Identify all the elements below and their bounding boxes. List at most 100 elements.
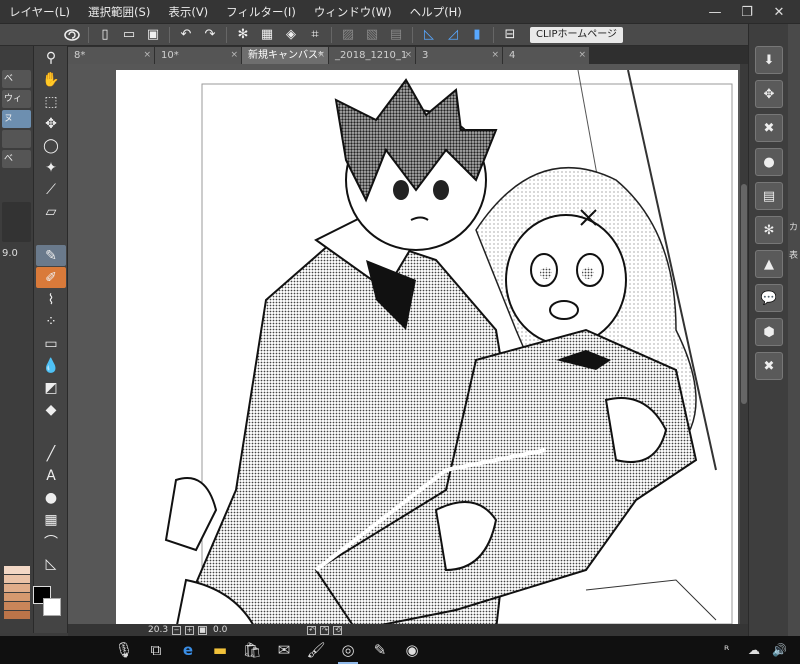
color-swatch[interactable] xyxy=(4,575,30,583)
clip-logo-icon[interactable] xyxy=(62,26,82,44)
undo-icon[interactable]: ↶ xyxy=(176,26,196,44)
tab-document[interactable]: 4 × xyxy=(503,47,589,64)
move-layer-icon[interactable]: ✥ xyxy=(36,113,66,134)
onedrive-icon[interactable]: ☁ xyxy=(748,636,760,664)
save-icon[interactable]: ▣ xyxy=(143,26,163,44)
clear-icon[interactable]: ✻ xyxy=(233,26,253,44)
redo-icon[interactable]: ↷ xyxy=(200,26,220,44)
text-icon[interactable]: A xyxy=(36,465,66,486)
airbrush-icon[interactable]: ⁘ xyxy=(36,311,66,332)
maximize-button[interactable]: ❐ xyxy=(732,0,762,24)
snap-special-ruler-icon[interactable]: ◿ xyxy=(443,26,463,44)
tab-document[interactable]: _2018_1210_1 × xyxy=(329,47,415,64)
sub-color-swatch[interactable] xyxy=(43,598,61,616)
new-file-icon[interactable]: ▯ xyxy=(95,26,115,44)
color-swatch[interactable] xyxy=(4,566,30,574)
tab-close-icon[interactable]: × xyxy=(230,47,238,64)
sub-view-icon[interactable]: ✥ xyxy=(755,80,783,108)
tab-close-icon[interactable]: × xyxy=(491,47,499,64)
color-swatch[interactable] xyxy=(4,602,30,610)
correct-line-icon[interactable]: ⌒ xyxy=(36,531,66,552)
tab-document[interactable]: 8* × xyxy=(68,47,154,64)
menu-layer[interactable]: レイヤー(L) xyxy=(0,0,79,24)
ruler-icon[interactable]: ◺ xyxy=(36,553,66,574)
layout-menu-icon[interactable]: ⊟ xyxy=(500,26,520,44)
fill-selection-icon[interactable]: ▦ xyxy=(257,26,277,44)
deselect-icon[interactable]: ▨ xyxy=(338,26,358,44)
3d-material-icon[interactable]: ⬢ xyxy=(755,318,783,346)
panel-tab-label[interactable]: カ xyxy=(788,214,800,242)
minimize-button[interactable]: — xyxy=(700,0,730,24)
tab-document[interactable]: 10* × xyxy=(155,47,241,64)
clip-studio-icon[interactable]: ◉ xyxy=(396,636,428,664)
invert-selection-icon[interactable]: ▤ xyxy=(386,26,406,44)
eyedropper-icon[interactable]: ⟋ xyxy=(36,179,66,200)
auto-select-icon[interactable]: ✦ xyxy=(36,157,66,178)
pencil-icon[interactable]: ✐ xyxy=(36,267,66,288)
operation-icon[interactable]: ⬚ xyxy=(36,91,66,112)
gradient-icon[interactable]: ◩ xyxy=(36,377,66,398)
reset-rotation-icon[interactable]: ⟲ xyxy=(333,625,343,635)
sub-tool-item-selected[interactable]: ヌ xyxy=(2,110,31,128)
tab-document-active[interactable]: 新規キャンバス* × xyxy=(242,47,328,64)
eraser-icon[interactable]: ▭ xyxy=(36,333,66,354)
open-folder-icon[interactable]: ▭ xyxy=(119,26,139,44)
sub-tool-item[interactable]: べ xyxy=(2,70,31,88)
volume-icon[interactable]: 🔊 xyxy=(772,636,787,664)
select-all-icon[interactable]: ▧ xyxy=(362,26,382,44)
menu-view[interactable]: 表示(V) xyxy=(159,0,217,24)
tab-close-icon[interactable]: × xyxy=(578,47,586,64)
fit-icon[interactable]: ■ xyxy=(198,625,208,635)
brush-size-value[interactable]: 9.0 xyxy=(2,248,31,259)
scrollbar-thumb[interactable] xyxy=(741,184,747,404)
tab-close-icon[interactable]: × xyxy=(404,47,412,64)
history-icon[interactable]: ✖ xyxy=(755,352,783,380)
rotation-value[interactable]: 0.0 xyxy=(213,625,227,635)
microphone-icon[interactable]: 🎙 xyxy=(108,636,140,664)
color-swatch[interactable] xyxy=(4,611,30,619)
zoom-value[interactable]: 20.3 xyxy=(148,625,168,635)
tab-close-icon[interactable]: × xyxy=(143,47,151,64)
task-view-icon[interactable]: ⧉ xyxy=(140,636,172,664)
store-icon[interactable]: 🛍 xyxy=(236,636,268,664)
layer-search-icon[interactable]: ✻ xyxy=(755,216,783,244)
rotate-right-icon[interactable]: ↷ xyxy=(320,625,330,635)
pen-tablet-icon[interactable]: ✎ xyxy=(364,636,396,664)
zoom-icon[interactable]: ⚲ xyxy=(36,47,66,68)
drawing-canvas[interactable] xyxy=(116,69,738,624)
hand-icon[interactable]: ✋ xyxy=(36,69,66,90)
color-swatch[interactable] xyxy=(4,584,30,592)
blend-icon[interactable]: 💧 xyxy=(36,355,66,376)
paint-icon[interactable]: 🖌 xyxy=(300,636,332,664)
menu-selection[interactable]: 選択範囲(S) xyxy=(79,0,159,24)
info-icon[interactable]: ✖ xyxy=(755,114,783,142)
color-swatch[interactable] xyxy=(4,593,30,601)
clip-home-button[interactable]: CLIPホームページ xyxy=(530,26,624,43)
layer-property-icon[interactable]: ▤ xyxy=(755,182,783,210)
tool-property-icon[interactable]: ● xyxy=(755,148,783,176)
zoom-in-icon[interactable]: + xyxy=(185,625,195,635)
fill-icon[interactable]: ◆ xyxy=(36,399,66,420)
people-icon[interactable]: ᴿ xyxy=(724,636,729,664)
pen-icon[interactable]: ✎ xyxy=(36,245,66,266)
rotate-left-icon[interactable]: ↶ xyxy=(307,625,317,635)
bucket-icon[interactable]: ◈ xyxy=(281,26,301,44)
snap-ruler-icon[interactable]: ◺ xyxy=(419,26,439,44)
clip-studio-paint-icon[interactable]: ◎ xyxy=(332,636,364,664)
sub-tool-item[interactable]: べ xyxy=(2,150,31,168)
close-button[interactable]: ✕ xyxy=(764,0,794,24)
balloon-icon[interactable]: ● xyxy=(36,487,66,508)
panel-tab-label[interactable]: 表 xyxy=(788,242,800,270)
snap-grid-icon[interactable]: ▮ xyxy=(467,26,487,44)
eraser-tool-icon[interactable]: ▱ xyxy=(36,201,66,222)
menu-window[interactable]: ウィンドウ(W) xyxy=(305,0,401,24)
selection-icon[interactable]: ◯ xyxy=(36,135,66,156)
sub-tool-item[interactable] xyxy=(2,130,31,148)
zoom-out-icon[interactable]: − xyxy=(172,625,182,635)
material-icon[interactable]: ▲ xyxy=(755,250,783,278)
transform-icon[interactable]: ⌗ xyxy=(305,26,325,44)
canvas-viewport[interactable] xyxy=(68,64,748,624)
tab-document[interactable]: 3 × xyxy=(416,47,502,64)
menu-filter[interactable]: フィルター(I) xyxy=(217,0,305,24)
tab-close-icon[interactable]: × xyxy=(317,47,325,64)
